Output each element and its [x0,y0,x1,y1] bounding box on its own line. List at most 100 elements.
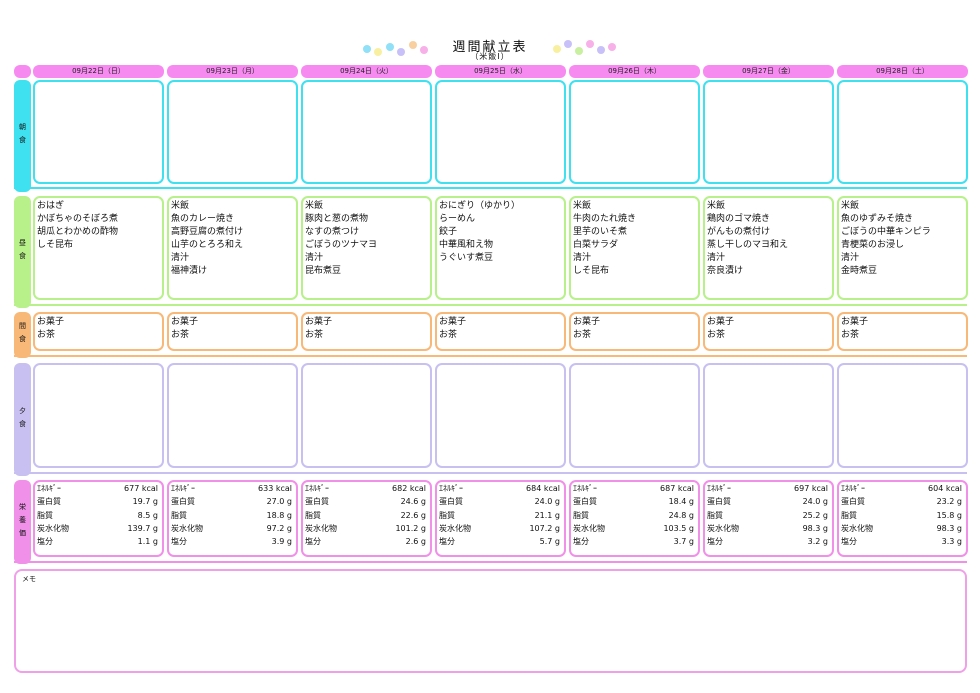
nutrient-row: 塩分 2.6 g [305,535,428,548]
nutrient-label: 脂質 [707,510,723,520]
breakfast-cell[interactable] [703,80,834,184]
lunch-cell[interactable]: おはぎ かぼちゃのそぼろ煮 胡瓜とわかめの酢物 しそ昆布 [33,196,164,300]
day-header: 09月28日（土） [837,65,968,78]
snack-cell[interactable]: お菓子 お茶 [301,312,432,351]
menu-item: なすの煮つけ [305,227,360,237]
page-subtitle: （米飯Ⅰ） [470,52,510,61]
menu-item: がんもの煮付け [707,227,771,237]
nutrient-row: 塩分 3.7 g [573,535,696,548]
nutrient-label: 蛋白質 [305,497,329,507]
dinner-cell[interactable] [837,363,968,468]
nutrition-cell[interactable]: ｴﾈﾙｷﾞｰ 677 kcal 蛋白質 19.7 g 脂質 8.5 g 炭水化物 139.7 … [33,480,164,557]
breakfast-cell[interactable] [569,80,700,184]
meal-label-text: 昼食 [18,239,27,265]
nutrition-cell[interactable]: ｴﾈﾙｷﾞｰ 682 kcal 蛋白質 24.6 g 脂質 22.6 g 炭水化物 101.2… [301,480,432,557]
nutrient-value: 24.0 g [802,497,828,507]
nutrition-cell[interactable]: ｴﾈﾙｷﾞｰ 633 kcal 蛋白質 27.0 g 脂質 18.8 g 炭水化物 97.2 … [167,480,298,557]
nutrient-value: 19.7 g [132,497,158,507]
dinner-band [14,472,967,474]
snack-cell[interactable]: お菓子 お茶 [167,312,298,351]
menu-item: お菓子 [37,317,65,327]
snack-cell[interactable]: お菓子 お茶 [33,312,164,351]
nutrition-cell[interactable]: ｴﾈﾙｷﾞｰ 604 kcal 蛋白質 23.2 g 脂質 15.8 g 炭水化物 98.3 … [837,480,968,557]
nutrient-row: 蛋白質 23.2 g [841,495,964,508]
menu-item: 豚肉と葱の煮物 [305,214,369,224]
nutrient-row: 脂質 25.2 g [707,509,830,522]
nutrient-row: 脂質 22.6 g [305,509,428,522]
nutrient-label: 蛋白質 [171,497,195,507]
nutrient-row: 炭水化物 107.2 g [439,522,562,535]
dinner-cell[interactable] [167,363,298,468]
breakfast-cell[interactable] [167,80,298,184]
meal-label-text: 夕食 [18,406,27,433]
menu-item: お茶 [305,330,324,340]
nutrient-label: 脂質 [841,510,857,520]
meal-label-text: 間食 [18,322,27,348]
breakfast-cell[interactable] [301,80,432,184]
dinner-cell[interactable] [33,363,164,468]
nutrient-label: ｴﾈﾙｷﾞｰ [305,484,329,493]
menu-item: うぐいす煮豆 [439,253,494,263]
menu-item: 福神漬け [171,266,208,276]
dinner-cell[interactable] [703,363,834,468]
snack-cell[interactable]: お菓子 お茶 [837,312,968,351]
menu-item: 清汁 [707,253,726,263]
nutrient-label: 蛋白質 [841,497,865,507]
meal-label-snack: 間食 [14,312,31,358]
menu-item: 中華風和え物 [439,240,494,250]
breakfast-cell[interactable] [837,80,968,184]
nutrient-row: 脂質 24.8 g [573,509,696,522]
nutrient-row: ｴﾈﾙｷﾞｰ 604 kcal [841,482,964,495]
nutrient-label: 炭水化物 [171,523,203,533]
nutrient-row: 塩分 3.3 g [841,535,964,548]
lunch-cell[interactable]: 米飯 牛肉のたれ焼き 里芋のいそ煮 白菜サラダ 清汁 しそ昆布 [569,196,700,300]
nutrient-value: 604 kcal [928,484,962,493]
dinner-cell[interactable] [301,363,432,468]
nutrition-cell[interactable]: ｴﾈﾙｷﾞｰ 697 kcal 蛋白質 24.0 g 脂質 25.2 g 炭水化物 98.3 … [703,480,834,557]
nutrient-value: 18.8 g [266,510,292,520]
menu-item: おにぎり（ゆかり） [439,201,521,211]
nutrient-value: 2.6 g [405,537,426,547]
lunch-cell[interactable]: 米飯 豚肉と葱の煮物 なすの煮つけ ごぼうのツナマヨ 清汁 昆布煮豆 [301,196,432,300]
breakfast-cell[interactable] [435,80,566,184]
nutrient-value: 1.1 g [137,537,158,547]
lunch-cell[interactable]: 米飯 魚のカレー焼き 高野豆腐の煮付け 山芋のとろろ和え 清汁 福神漬け [167,196,298,300]
nutrient-value: 682 kcal [392,484,426,493]
day-header: 09月27日（金） [703,65,834,78]
nutrient-value: 103.5 g [663,523,694,533]
snack-cell[interactable]: お菓子 お茶 [435,312,566,351]
lunch-cell[interactable]: 米飯 鶏肉のゴマ焼き がんもの煮付け 蒸し干しのマヨ和え 清汁 奈良漬け [703,196,834,300]
snack-cell[interactable]: お菓子 お茶 [569,312,700,351]
nutrient-value: 687 kcal [660,484,694,493]
lunch-band [14,304,967,306]
breakfast-cell[interactable] [33,80,164,184]
breakfast-band [14,187,967,189]
nutrient-label: 脂質 [37,510,53,520]
menu-item: 魚のゆずみそ焼き [841,214,914,224]
nutrient-row: 蛋白質 19.7 g [37,495,160,508]
menu-item: 魚のカレー焼き [171,214,235,224]
nutrient-row: ｴﾈﾙｷﾞｰ 697 kcal [707,482,830,495]
lunch-cell[interactable]: おにぎり（ゆかり） らーめん 餃子 中華風和え物 うぐいす煮豆 [435,196,566,300]
dinner-cell[interactable] [569,363,700,468]
menu-item: お菓子 [439,317,467,327]
lunch-cell[interactable]: 米飯 魚のゆずみそ焼き ごぼうの中華キンピラ 青梗菜のお浸し 清汁 金時煮豆 [837,196,968,300]
nutrition-cell[interactable]: ｴﾈﾙｷﾞｰ 687 kcal 蛋白質 18.4 g 脂質 24.8 g 炭水化物 103.5… [569,480,700,557]
meal-label-text: 朝食 [18,123,27,149]
memo-box[interactable]: メモ [14,569,967,673]
menu-item: 昆布煮豆 [305,266,342,276]
nutrient-row: 塩分 5.7 g [439,535,562,548]
nutrient-value: 18.4 g [668,497,694,507]
snack-cell[interactable]: お菓子 お茶 [703,312,834,351]
day-header: 09月23日（月） [167,65,298,78]
menu-item: 奈良漬け [707,266,744,276]
meal-label-dinner: 夕食 [14,363,31,476]
menu-item: お茶 [439,330,458,340]
nutrition-cell[interactable]: ｴﾈﾙｷﾞｰ 684 kcal 蛋白質 24.0 g 脂質 21.1 g 炭水化物 107.2… [435,480,566,557]
nutrient-label: 炭水化物 [305,523,337,533]
dinner-cell[interactable] [435,363,566,468]
menu-item: お茶 [171,330,190,340]
nutrient-value: 24.8 g [668,510,694,520]
meal-label-lunch: 昼食 [14,196,31,308]
nutrient-label: 脂質 [573,510,589,520]
